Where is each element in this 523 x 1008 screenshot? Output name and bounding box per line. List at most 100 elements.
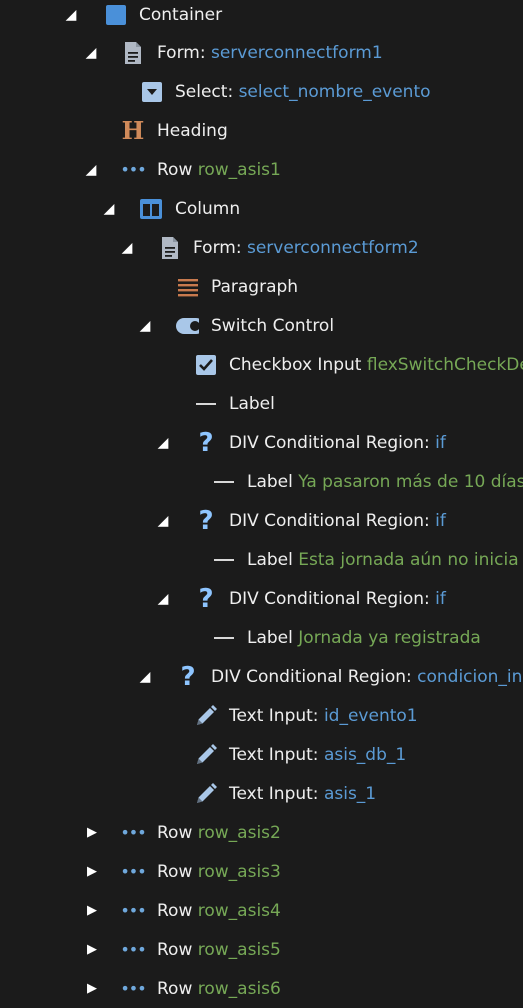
tree-node-conditional-2-label[interactable]: Label Esta jornada aún no inicia [0,540,523,579]
node-type: Form: [193,237,242,258]
tree-node-text-input-1[interactable]: Text Input: id_evento1 [0,696,523,735]
tree-node-conditional-1[interactable]: ? DIV Conditional Region: if [0,423,523,462]
node-label: Label Ya pasaron más de 10 días [247,472,523,492]
node-id: row_asis4 [197,900,281,921]
tree-node-paragraph[interactable]: Paragraph [0,267,523,306]
node-id: condicion_in [417,666,523,687]
node-type: Paragraph [211,276,299,297]
question-icon: ? [198,505,214,536]
heading-icon: H [121,116,145,145]
node-type: Form: [157,42,206,63]
row-icon [121,860,145,884]
node-label: Container [139,5,222,25]
tree-node-switch[interactable]: Switch Control [0,306,523,345]
expand-toggle[interactable] [156,514,170,528]
paragraph-icon [176,275,200,299]
expand-toggle[interactable] [120,241,134,255]
node-label: Row row_asis5 [157,940,281,960]
node-id: serverconnectform1 [210,42,383,63]
expand-toggle[interactable] [85,982,99,996]
node-text: Esta jornada aún no inicia [298,549,519,570]
row-icon [121,821,145,845]
expand-toggle[interactable] [102,202,116,216]
expand-toggle[interactable] [156,436,170,450]
node-type: Select: [175,81,234,102]
node-id: if [435,588,446,609]
node-label: DIV Conditional Region: condicion_in [211,667,522,687]
label-icon [212,470,236,494]
expand-toggle[interactable] [64,8,78,22]
switch-icon [175,314,199,338]
expand-toggle[interactable] [138,670,152,684]
expand-toggle[interactable] [85,904,99,918]
row-icon [121,158,145,182]
tree-node-checkbox[interactable]: Checkbox Input flexSwitchCheckDe [0,345,523,384]
expand-toggle[interactable] [84,46,98,60]
node-label: Paragraph [211,277,298,297]
tree-node-row2[interactable]: Row row_asis2 [0,813,523,852]
node-id: row_asis5 [197,939,281,960]
pencil-icon [194,704,218,728]
node-label: Row row_asis3 [157,862,281,882]
label-icon [194,392,218,416]
tree-node-form1[interactable]: Form: serverconnectform1 [0,33,523,72]
expand-toggle[interactable] [156,592,170,606]
node-label: DIV Conditional Region: if [229,433,446,453]
node-label: Text Input: asis_db_1 [229,745,406,765]
tree-node-label[interactable]: Label [0,384,523,423]
expand-toggle[interactable] [85,865,99,879]
node-label: Heading [157,121,228,141]
node-type: Checkbox Input [229,354,362,375]
tree-node-row5[interactable]: Row row_asis5 [0,930,523,969]
node-type: Row [157,159,193,180]
node-label: Row row_asis6 [157,979,281,999]
node-label: Row row_asis2 [157,823,281,843]
node-label: Label Jornada ya registrada [247,628,481,648]
tree-node-select[interactable]: Select: select_nombre_evento [0,72,523,111]
node-label: Form: serverconnectform2 [193,238,419,258]
node-type: Label [247,627,293,648]
expand-toggle[interactable] [84,163,98,177]
node-id: if [435,432,446,453]
expand-toggle[interactable] [138,319,152,333]
tree-node-heading[interactable]: H Heading [0,111,523,150]
tree-node-column[interactable]: Column [0,189,523,228]
tree-node-conditional-3-label[interactable]: Label Jornada ya registrada [0,618,523,657]
tree-node-conditional-1-label[interactable]: Label Ya pasaron más de 10 días [0,462,523,501]
node-type: Row [157,978,193,999]
expand-toggle[interactable] [85,943,99,957]
tree-node-conditional-3[interactable]: ? DIV Conditional Region: if [0,579,523,618]
tree-node-row1[interactable]: Row row_asis1 [0,150,523,189]
tree-node-conditional-4[interactable]: ? DIV Conditional Region: condicion_in [0,657,523,696]
node-type: DIV Conditional Region: [229,588,430,609]
node-label: Row row_asis4 [157,901,281,921]
tree-node-conditional-2[interactable]: ? DIV Conditional Region: if [0,501,523,540]
node-label: Row row_asis1 [157,160,281,180]
node-type: Row [157,822,193,843]
node-label: DIV Conditional Region: if [229,589,446,609]
node-label: Label [229,394,275,414]
node-type: Container [139,4,223,25]
label-icon [212,626,236,650]
tree-node-row6[interactable]: Row row_asis6 [0,969,523,1008]
node-type: Label [229,393,275,414]
node-type: Heading [157,120,228,141]
label-icon [212,548,236,572]
tree-node-container[interactable]: Container [0,0,523,34]
node-id: id_evento1 [323,705,418,726]
container-icon [104,3,128,27]
checkbox-icon [194,353,218,377]
node-type: Label [247,549,293,570]
tree-node-text-input-3[interactable]: Text Input: asis_1 [0,774,523,813]
node-type: Text Input: [229,705,319,726]
dash-glyph [214,636,234,639]
node-id: row_asis6 [197,978,281,999]
tree-node-row4[interactable]: Row row_asis4 [0,891,523,930]
expand-toggle[interactable] [85,826,99,840]
node-label: Form: serverconnectform1 [157,43,383,63]
node-id: row_asis1 [197,159,281,180]
node-label: Column [175,199,240,219]
tree-node-text-input-2[interactable]: Text Input: asis_db_1 [0,735,523,774]
tree-node-form2[interactable]: Form: serverconnectform2 [0,228,523,267]
tree-node-row3[interactable]: Row row_asis3 [0,852,523,891]
